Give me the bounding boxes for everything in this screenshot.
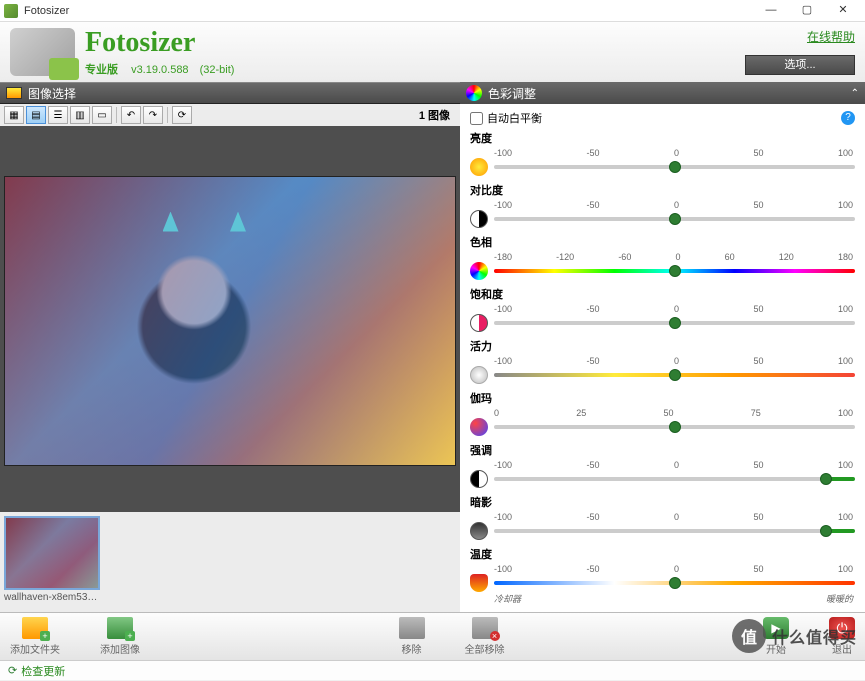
brightness-group: 亮度 -100-50050100 (470, 130, 855, 176)
view-filmstrip-button[interactable]: ▭ (92, 106, 112, 124)
gamma-group: 伽玛 0255075100 (470, 390, 855, 436)
hue-icon (470, 262, 488, 280)
add-image-button[interactable]: 添加图像 (100, 617, 140, 656)
gamma-label: 伽玛 (470, 390, 855, 406)
highlights-icon (470, 470, 488, 488)
help-icon[interactable]: ? (841, 111, 855, 125)
refresh-icon: ⟳ (8, 664, 17, 677)
logo-image (10, 28, 75, 76)
contrast-icon (470, 210, 488, 228)
logo-text: Fotosizer (85, 27, 234, 59)
view-details-button[interactable]: ▥ (70, 106, 90, 124)
online-help-link[interactable]: 在线帮助 (745, 28, 855, 45)
gamma-slider[interactable] (494, 425, 855, 429)
view-list-button[interactable]: ☰ (48, 106, 68, 124)
refresh-button[interactable]: ⟳ (172, 106, 192, 124)
remove-all-button[interactable]: 全部移除 (465, 617, 505, 656)
window-title: Fotosizer (24, 5, 753, 17)
bottom-toolbar: 添加文件夹 添加图像 移除 全部移除 开始 退出 (0, 612, 865, 660)
titlebar: Fotosizer — ▢ ✕ (0, 0, 865, 22)
separator (116, 107, 117, 123)
hue-slider[interactable] (494, 269, 855, 273)
color-adjust-label: 色彩调整 (488, 85, 536, 102)
view-thumbs-button[interactable]: ▦ (4, 106, 24, 124)
thumbnail-strip: wallhaven-x8em53.png (0, 512, 460, 612)
saturation-group: 饱和度 -100-50050100 (470, 286, 855, 332)
temp-warm-label: 暖暖的 (826, 592, 853, 605)
remove-icon (399, 617, 425, 639)
highlights-slider[interactable] (494, 477, 855, 481)
temp-cool-label: 冷却器 (494, 592, 521, 605)
close-button[interactable]: ✕ (825, 0, 861, 22)
minimize-button[interactable]: — (753, 0, 789, 22)
version-line: 专业版 v3.19.0.588 (32-bit) (85, 61, 234, 77)
picture-icon (6, 87, 22, 99)
collapse-icon[interactable]: ⌃ (851, 88, 859, 99)
shadows-slider[interactable] (494, 529, 855, 533)
temperature-icon (470, 574, 488, 592)
thumbnail[interactable] (4, 516, 100, 590)
redo-button[interactable]: ↷ (143, 106, 163, 124)
image-select-panel: 图像选择 ▦ ▤ ☰ ▥ ▭ ↶ ↷ ⟳ 1 图像 wallhaven-x8em… (0, 82, 460, 612)
separator (167, 107, 168, 123)
app-header: Fotosizer 专业版 v3.19.0.588 (32-bit) 在线帮助 … (0, 22, 865, 82)
vibrance-icon (470, 366, 488, 384)
contrast-label: 对比度 (470, 182, 855, 198)
saturation-label: 饱和度 (470, 286, 855, 302)
image-plus-icon (107, 617, 133, 639)
color-adjust-title: 色彩调整 ⌃ (460, 82, 865, 104)
maximize-button[interactable]: ▢ (789, 0, 825, 22)
thumbnail-label: wallhaven-x8em53.png (4, 592, 100, 603)
status-bar: ⟳ 检查更新 (0, 660, 865, 680)
image-select-title: 图像选择 (0, 82, 460, 104)
options-button[interactable]: 选项... (745, 55, 855, 75)
power-icon (829, 617, 855, 639)
auto-wb-checkbox[interactable] (470, 112, 483, 125)
edition-label: 专业版 (85, 64, 118, 76)
image-select-label: 图像选择 (28, 85, 76, 102)
bits-label: (32-bit) (200, 64, 235, 76)
gamma-icon (470, 418, 488, 436)
start-button[interactable]: 开始 (763, 617, 789, 656)
saturation-icon (470, 314, 488, 332)
brightness-label: 亮度 (470, 130, 855, 146)
shadows-label: 暗影 (470, 494, 855, 510)
view-tiles-button[interactable]: ▤ (26, 106, 46, 124)
check-update-link[interactable]: 检查更新 (21, 663, 65, 679)
brightness-slider[interactable] (494, 165, 855, 169)
exit-button[interactable]: 退出 (829, 617, 855, 656)
contrast-slider[interactable] (494, 217, 855, 221)
temperature-group: 温度 -100-50050100 冷却器暖暖的 (470, 546, 855, 605)
version-label: v3.19.0.588 (131, 64, 189, 76)
color-adjust-panel: 色彩调整 ⌃ 自动白平衡 ? 亮度 -100-50050100 对比度 -100… (460, 82, 865, 612)
hue-group: 色相 -180-120-60060120180 (470, 234, 855, 280)
remove-button[interactable]: 移除 (399, 617, 425, 656)
play-icon (763, 617, 789, 639)
shadows-icon (470, 522, 488, 540)
vibrance-label: 活力 (470, 338, 855, 354)
contrast-group: 对比度 -100-50050100 (470, 182, 855, 228)
highlights-label: 强调 (470, 442, 855, 458)
preview-area (0, 126, 460, 512)
shadows-group: 暗影 -100-50050100 (470, 494, 855, 540)
saturation-slider[interactable] (494, 321, 855, 325)
view-toolbar: ▦ ▤ ☰ ▥ ▭ ↶ ↷ ⟳ 1 图像 (0, 104, 460, 126)
image-count: 1 图像 (419, 107, 456, 123)
vibrance-slider[interactable] (494, 373, 855, 377)
temperature-slider[interactable] (494, 581, 855, 585)
hue-label: 色相 (470, 234, 855, 250)
brightness-icon (470, 158, 488, 176)
preview-image[interactable] (4, 176, 456, 466)
auto-wb-label: 自动白平衡 (487, 110, 542, 126)
color-wheel-icon (466, 85, 482, 101)
add-folder-button[interactable]: 添加文件夹 (10, 617, 60, 656)
undo-button[interactable]: ↶ (121, 106, 141, 124)
app-icon (4, 4, 18, 18)
folder-plus-icon (22, 617, 48, 639)
temperature-label: 温度 (470, 546, 855, 562)
vibrance-group: 活力 -100-50050100 (470, 338, 855, 384)
remove-all-icon (472, 617, 498, 639)
highlights-group: 强调 -100-50050100 (470, 442, 855, 488)
